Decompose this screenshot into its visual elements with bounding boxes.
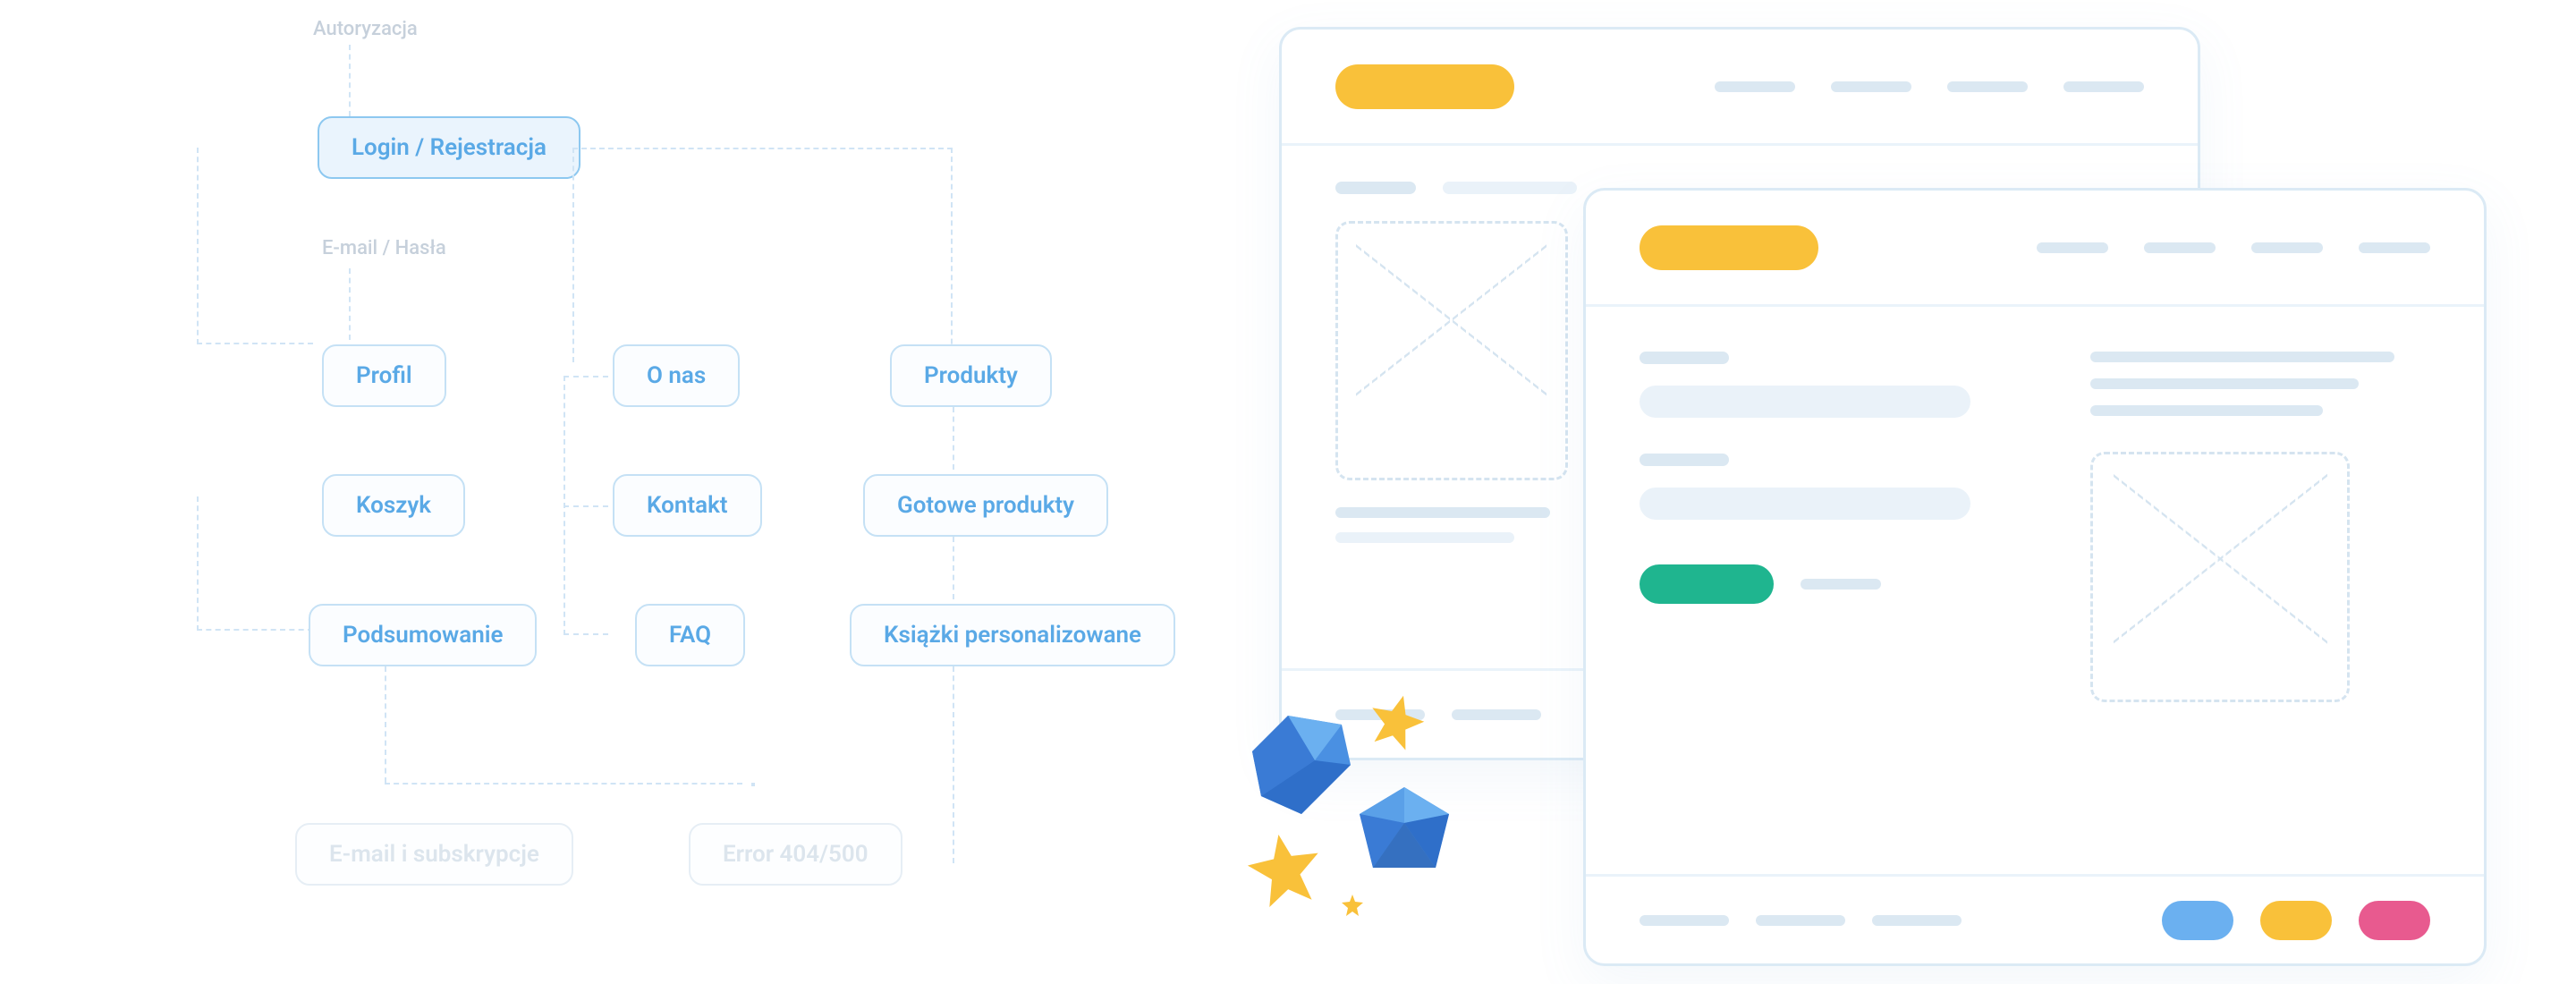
nav-item-placeholder	[2251, 242, 2323, 253]
footer-item-placeholder	[1756, 915, 1845, 926]
node-koszyk: Koszyk	[322, 474, 465, 537]
input-placeholder	[1640, 488, 1970, 520]
image-placeholder	[2090, 452, 2350, 702]
connector	[953, 537, 954, 599]
mockup-topbar	[1586, 191, 2484, 307]
logo-placeholder	[1640, 225, 1818, 270]
text-placeholder	[1335, 182, 1416, 194]
node-error: Error 404/500	[689, 823, 902, 886]
label-placeholder	[1640, 454, 1729, 466]
node-profil: Profil	[322, 344, 446, 407]
text-placeholder	[2090, 352, 2394, 362]
node-produkty: Produkty	[890, 344, 1052, 407]
connector	[953, 666, 954, 863]
node-kontakt: Kontakt	[613, 474, 762, 537]
text-placeholder	[2090, 378, 2359, 389]
section-label-auth: Autoryzacja	[313, 18, 418, 40]
text-placeholder	[1443, 182, 1577, 194]
mockup-window-front	[1583, 188, 2487, 966]
node-ksiazki: Książki personalizowane	[850, 604, 1175, 666]
node-faq: FAQ	[635, 604, 745, 666]
image-placeholder	[1335, 221, 1568, 480]
nav-item-placeholder	[2063, 81, 2144, 92]
node-onas: O nas	[613, 344, 740, 407]
connector	[564, 505, 608, 507]
wireframe-mockups	[1279, 27, 2549, 984]
connector	[385, 666, 386, 783]
button-placeholder	[1640, 564, 1774, 604]
text-placeholder	[2090, 405, 2323, 416]
connector	[197, 496, 313, 631]
connector	[349, 268, 351, 340]
gems-decoration-icon	[1208, 671, 1530, 939]
node-podsumowanie: Podsumowanie	[309, 604, 537, 666]
footer-item-placeholder	[1640, 915, 1729, 926]
mockup-body	[1586, 307, 2484, 747]
nav-item-placeholder	[1947, 81, 2028, 92]
input-placeholder	[1640, 386, 1970, 418]
node-login: Login / Rejestracja	[318, 116, 580, 179]
nav-item-placeholder	[2144, 242, 2216, 253]
node-email-sub: E-mail i subskrypcje	[295, 823, 573, 886]
link-placeholder	[1801, 579, 1881, 590]
connector	[385, 783, 742, 785]
section-label-email: E-mail / Hasła	[322, 237, 446, 259]
connector	[197, 148, 313, 344]
action-pill	[2260, 901, 2332, 940]
logo-placeholder	[1335, 64, 1514, 109]
action-pill	[2359, 901, 2430, 940]
mockup-footer	[1586, 874, 2484, 963]
label-placeholder	[1640, 352, 1729, 364]
nav-item-placeholder	[2359, 242, 2430, 253]
mockup-topbar	[1282, 30, 2198, 146]
action-pill	[2162, 901, 2233, 940]
connector	[572, 148, 953, 362]
sitemap-diagram: Autoryzacja Login / Rejestracja E-mail /…	[197, 18, 1270, 966]
footer-item-placeholder	[1872, 915, 1962, 926]
node-gotowe: Gotowe produkty	[863, 474, 1108, 537]
connector	[349, 45, 351, 116]
nav-item-placeholder	[1831, 81, 1911, 92]
nav-item-placeholder	[2037, 242, 2108, 253]
nav-item-placeholder	[1715, 81, 1795, 92]
connector	[953, 407, 954, 470]
connector	[751, 783, 755, 786]
